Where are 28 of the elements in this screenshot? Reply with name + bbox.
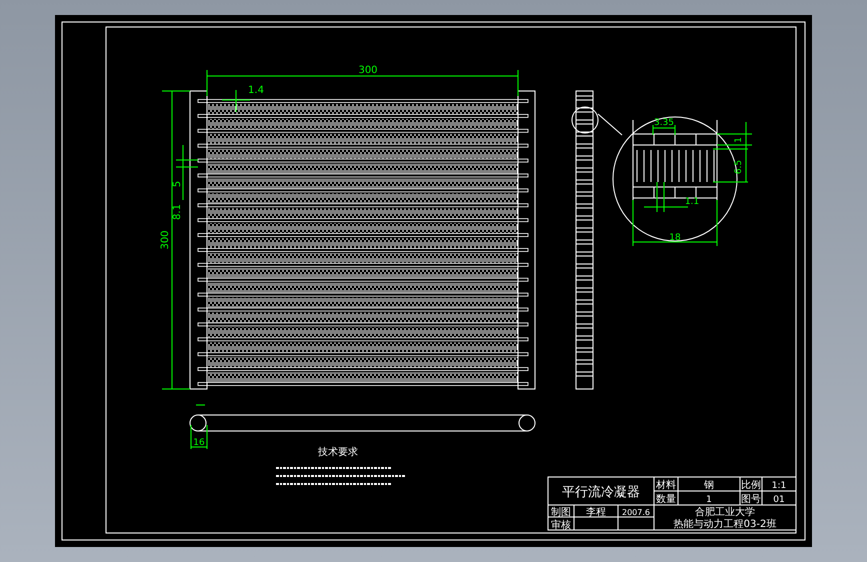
- dimension-text: 8.1: [172, 204, 182, 220]
- dimension-text: 1.1: [684, 197, 699, 207]
- drawing-number: 01: [772, 495, 784, 505]
- dimension-text: 5: [172, 180, 182, 188]
- dimension-text: 3.35: [653, 118, 674, 128]
- dimension-text: 6.5: [734, 160, 744, 174]
- dimension-text: 18: [668, 233, 680, 243]
- field-label: 材料: [656, 480, 676, 491]
- dimension-text: 1: [734, 137, 744, 143]
- field-label: 图号: [740, 494, 760, 505]
- field-label: 制图: [550, 507, 570, 518]
- scale-value: 1:1: [771, 481, 786, 491]
- dimension-line: [190, 424, 207, 450]
- field-label: 审核: [550, 520, 570, 531]
- part-name: 平行流冷凝器: [562, 485, 640, 500]
- date-text: 2007.6: [622, 508, 650, 517]
- class-name: 热能与动力工程03-2班: [673, 519, 776, 530]
- dimension-text: 300: [160, 230, 170, 250]
- dimension-text: 16: [192, 438, 204, 448]
- school-name: 合肥工业大学: [694, 507, 754, 518]
- field-label: 比例: [740, 480, 760, 491]
- dimension-text: 300: [358, 65, 378, 76]
- field-label: 数量: [656, 494, 676, 505]
- drafter-name: 李程: [586, 507, 606, 518]
- count-value: 1: [706, 495, 712, 505]
- material-value: 钢: [704, 480, 714, 491]
- notes-title: 技术要求: [318, 447, 358, 458]
- dimension-text: 1.4: [248, 85, 264, 96]
